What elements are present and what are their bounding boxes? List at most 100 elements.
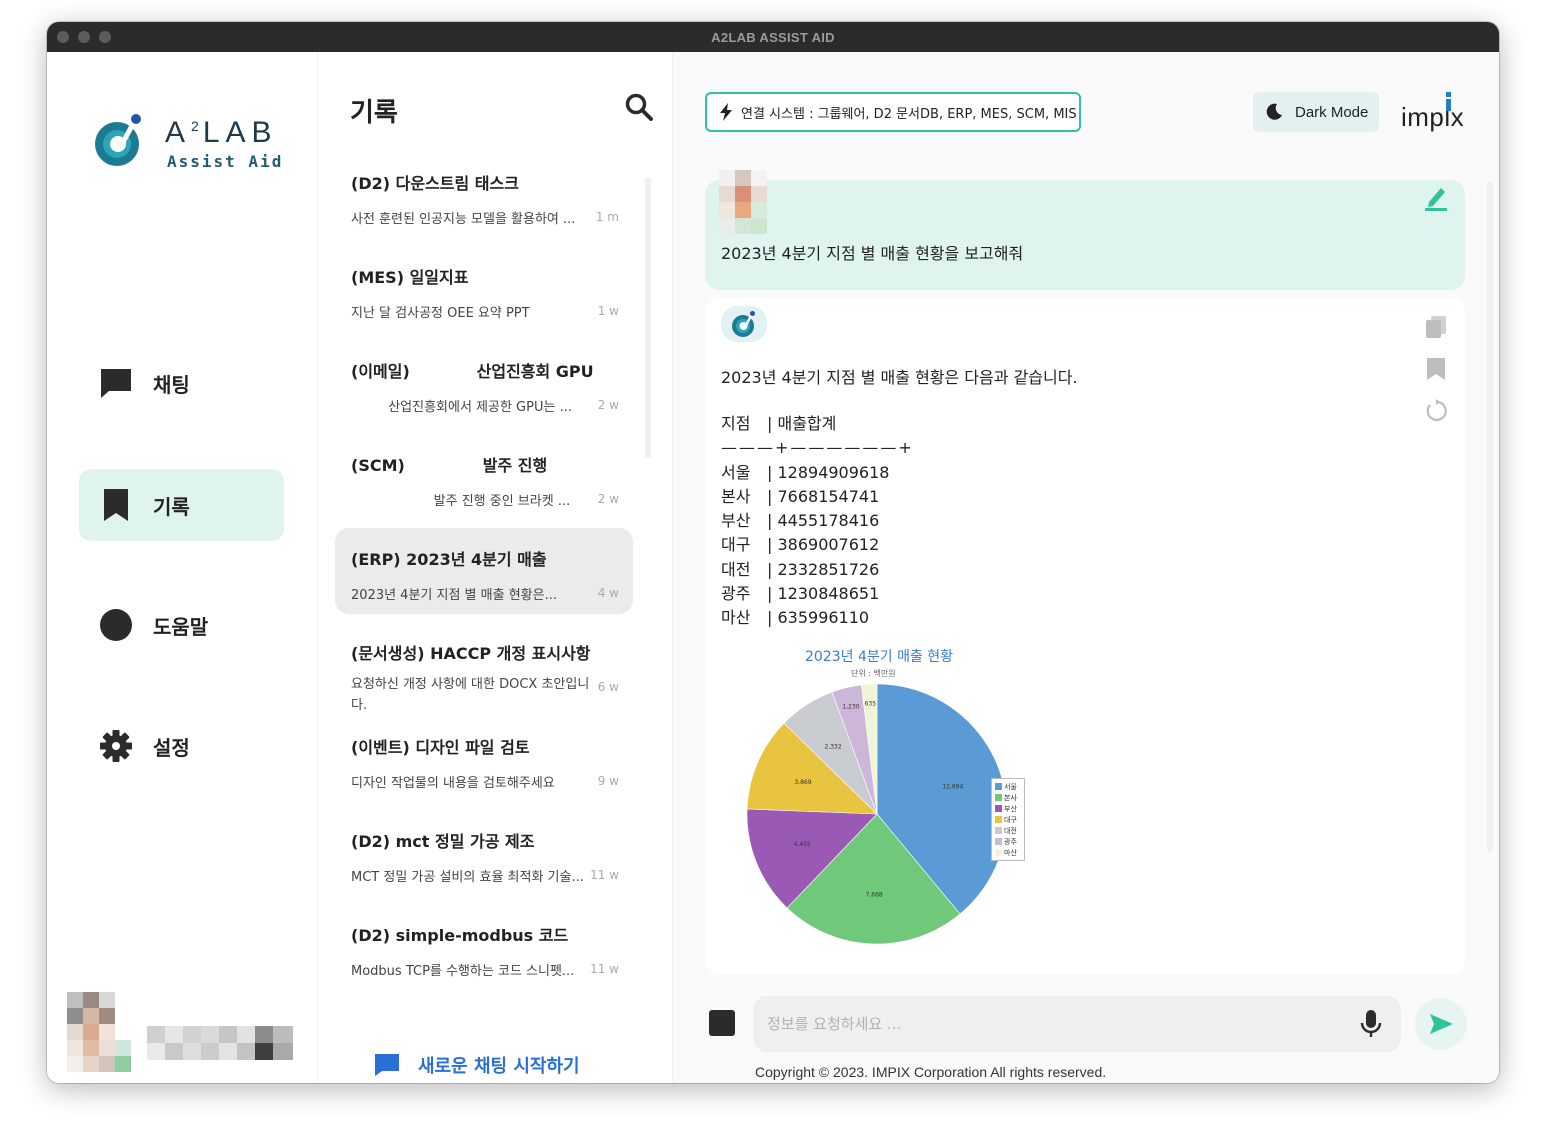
user-profile[interactable] [67,992,307,1082]
history-item-age: 1 w [597,304,619,318]
history-item-preview: Modbus TCP를 수행하는 코드 스니펫... [351,964,575,979]
send-icon [1430,1014,1453,1034]
search-button[interactable] [624,92,658,126]
history-item-title: (문서생성) HACCP 개정 표시사항 [351,644,591,663]
sidebar: A2 LAB Assist Aid 채팅 기록 도움말 설정 [47,52,317,1083]
copy-icon [1426,316,1446,338]
legend-label: 대전 [1004,826,1017,835]
window-controls [57,31,111,43]
chat-bubble-icon [375,1054,399,1076]
history-item[interactable]: (MES) 일일지표 지난 달 검사공정 OEE 요약 PPT 1 w [335,246,633,332]
history-item-title: (MES) 일일지표 [351,268,469,287]
history-item-title: (D2) simple-modbus 코드 [351,926,569,945]
logo-subtitle: Assist Aid [167,152,284,171]
table-row: 마산 | 635996110 [721,606,914,630]
pencil-icon [1425,188,1447,211]
dark-mode-toggle[interactable]: Dark Mode [1253,92,1379,132]
microphone-icon [1360,1010,1382,1037]
table-separator: ———+——————+ [721,438,914,458]
history-item-preview: 사전 훈련된 인공지능 모델을 활용하여 ... [351,212,576,227]
table-cell: 본사 [721,486,751,506]
table-cell: | 2332851726 [767,559,880,579]
maximize-window-button[interactable] [99,31,111,43]
history-item-age: 2 w [597,398,619,412]
microphone-button[interactable] [1359,1009,1383,1039]
pie-data-label: 1,230 [842,704,859,711]
legend-item: 대전 [995,825,1021,836]
table-row: 본사 | 7668154741 [721,485,914,509]
legend-item: 서울 [995,781,1021,792]
history-item-preview: MCT 정밀 가공 설비의 효율 최적화 기술... [351,870,584,885]
nav-item-label: 설정 [153,735,190,760]
history-item[interactable]: (이메일) 산업진흥회 GPU 산업진흥회에서 제공한 GPU는 ... 2 w [335,340,633,426]
history-item[interactable]: (문서생성) HACCP 개정 표시사항 요청하신 개정 사항에 대한 DOCX… [335,622,633,713]
history-item[interactable]: (D2) mct 정밀 가공 제조 MCT 정밀 가공 설비의 효율 최적화 기… [335,810,633,896]
history-item-preview: 지난 달 검사공정 OEE 요약 PPT [351,306,530,321]
history-item-age: 11 w [590,868,619,882]
history-panel: 기록 (D2) 다운스트림 태스크 사전 훈련된 인공지능 모델을 활용하여 .… [317,52,673,1083]
nav-item-help[interactable]: 도움말 [79,589,284,661]
legend-label: 대구 [1004,815,1017,824]
table-cell: 광주 [721,584,751,604]
bookmark-button[interactable] [1421,354,1451,384]
nav-item-history[interactable]: 기록 [79,469,284,541]
chat-scrollbar[interactable] [1487,182,1493,852]
stop-button[interactable] [709,1010,735,1036]
history-item[interactable]: (이벤트) 디자인 파일 검토 디자인 작업물의 내용을 검토해주세요 9 w [335,716,633,802]
table-cell: 대구 [721,535,751,555]
minimize-window-button[interactable] [78,31,90,43]
nav-item-chat[interactable]: 채팅 [79,347,284,419]
logo-mark-icon [95,114,141,166]
new-chat-label: 새로운 채팅 시작하기 [418,1056,580,1077]
history-item-selected[interactable]: (ERP) 2023년 4분기 매출 2023년 4분기 지점 별 매출 현황은… [335,528,633,614]
regenerate-button[interactable] [1421,396,1451,426]
chat-bubble-icon [99,366,133,400]
user-name-blurred [147,1026,293,1060]
history-item-age: 2 w [597,492,619,506]
assistant-logo-icon [732,311,755,337]
message-input[interactable] [767,1008,1327,1040]
legend-label: 부산 [1004,804,1017,813]
history-title: 기록 [350,98,398,128]
history-item-title: (이메일) 산업진흥회 GPU [351,362,594,381]
history-item[interactable]: (D2) 다운스트림 태스크 사전 훈련된 인공지능 모델을 활용하여 ... … [335,152,633,238]
user-message: 2023년 4분기 지점 별 매출 현황을 보고해줘 [705,170,1465,290]
close-window-button[interactable] [57,31,69,43]
legend-item: 본사 [995,792,1021,803]
pie-data-label: 2,332 [825,743,842,750]
copyright-text: Copyright © 2023. IMPIX Corporation All … [755,1064,1107,1080]
table-cell: | 1230848651 [767,584,880,604]
help-circle-icon [99,608,133,642]
message-input-box [753,996,1401,1052]
legend-swatch [995,849,1002,856]
history-item-age: 1 m [595,210,619,224]
new-chat-button[interactable]: 새로운 채팅 시작하기 [374,1052,580,1078]
history-scrollbar[interactable] [645,178,651,458]
history-item-age: 11 w [590,962,619,976]
message-actions [1421,312,1451,438]
history-item-title: (이벤트) 디자인 파일 검토 [351,738,530,757]
history-item[interactable]: (SCM) 발주 진행 발주 진행 중인 브라켓 ... 2 w [335,434,633,520]
avatar [67,992,131,1072]
history-item-age: 6 w [597,680,619,694]
edit-message-button[interactable] [1421,182,1451,212]
table-cell: | 3869007612 [767,535,880,555]
logo-wordmark: A2 LAB [165,116,278,149]
table-row: 부산 | 4455178416 [721,509,914,533]
copy-button[interactable] [1421,312,1451,342]
nav-item-settings[interactable]: 설정 [79,710,284,782]
assistant-message: 2023년 4분기 지점 별 매출 현황은 다음과 같습니다. 지점 | 매출합… [705,298,1465,974]
legend-item: 광주 [995,836,1021,847]
app-window: A2LAB ASSIST AID A2 LAB Assist Aid 채팅 기록… [47,22,1499,1083]
legend-item: 대구 [995,814,1021,825]
nav-item-label: 기록 [153,494,190,519]
table-cell: 서울 [721,462,751,482]
table-cell: | 635996110 [767,608,870,628]
pie-data-label: 7,668 [866,892,883,899]
send-button[interactable] [1415,998,1467,1050]
bookmark-icon [1427,358,1445,380]
history-item[interactable]: (D2) simple-modbus 코드 Modbus TCP를 수행하는 코… [335,904,633,990]
table-row: 대전 | 2332851726 [721,558,914,582]
legend-swatch [995,805,1002,812]
history-item-title: (ERP) 2023년 4분기 매출 [351,550,547,569]
